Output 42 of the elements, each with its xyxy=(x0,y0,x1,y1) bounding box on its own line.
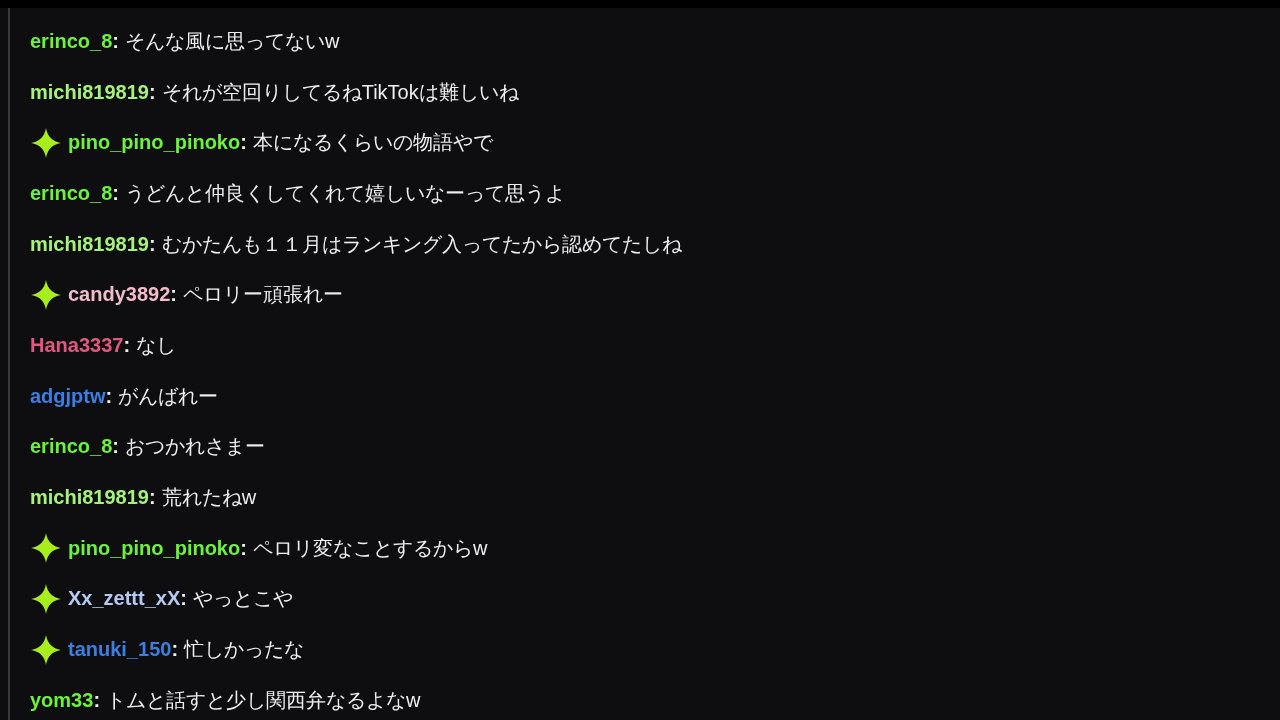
chat-message: やっとこや xyxy=(192,586,293,612)
chat-message: 本になるくらいの物語やで xyxy=(252,130,493,156)
colon: : xyxy=(149,486,156,510)
chat-username[interactable]: Xx_zettt_xX xyxy=(68,587,181,611)
colon: : xyxy=(149,80,156,104)
chat-message: うどんと仲良くしてくれて嬉しいなーって思うよ xyxy=(124,180,565,206)
chat-username[interactable]: Hana3337 xyxy=(30,333,124,357)
colon: : xyxy=(112,29,119,53)
colon: : xyxy=(170,283,177,307)
chat-message: がんばれー xyxy=(118,383,219,409)
chat-username[interactable]: michi819819 xyxy=(30,486,149,510)
chat-username[interactable]: tanuki_150 xyxy=(68,638,172,662)
colon: : xyxy=(171,638,179,662)
chat-message: おつかれさまー xyxy=(124,434,265,460)
chat-username[interactable]: candy3892 xyxy=(68,283,171,307)
chat-message: ペロリー頑張れー xyxy=(182,282,343,308)
chat-username[interactable]: pino_pino_pinoko xyxy=(68,131,241,155)
chat-message: そんな風に思ってないw xyxy=(124,28,340,54)
colon: : xyxy=(180,587,187,611)
chat-username[interactable]: erinco_8 xyxy=(30,181,113,205)
colon: : xyxy=(123,333,131,357)
colon: : xyxy=(149,232,156,256)
chat-username[interactable]: michi819819 xyxy=(30,232,149,256)
chat-message: 荒れたねw xyxy=(161,485,257,511)
chat-username[interactable]: adgjptw xyxy=(30,384,106,408)
colon: : xyxy=(105,384,113,408)
chat-username[interactable]: erinco_8 xyxy=(30,435,113,459)
chat-message: むかたんも１１月はランキング入ってたから認めてたしね xyxy=(161,231,682,257)
colon: : xyxy=(112,435,119,459)
colon: : xyxy=(240,536,247,560)
chat-message: 忙しかったな xyxy=(184,637,305,663)
chat-message: それが空回りしてるねTikTokは難しいね xyxy=(161,79,519,105)
chat-username[interactable]: erinco_8 xyxy=(30,29,113,53)
colon: : xyxy=(93,688,101,712)
chat-message: トムと話すと少し関西弁なるよなw xyxy=(106,687,421,713)
chat-username[interactable]: michi819819 xyxy=(30,80,149,104)
chat-message: ペロリ変なことするからw xyxy=(252,535,488,561)
chat-username[interactable]: yom33 xyxy=(30,688,94,712)
colon: : xyxy=(112,181,119,205)
chat-username[interactable]: pino_pino_pinoko xyxy=(68,536,241,560)
colon: : xyxy=(240,131,247,155)
chat-message: なし xyxy=(136,332,177,358)
